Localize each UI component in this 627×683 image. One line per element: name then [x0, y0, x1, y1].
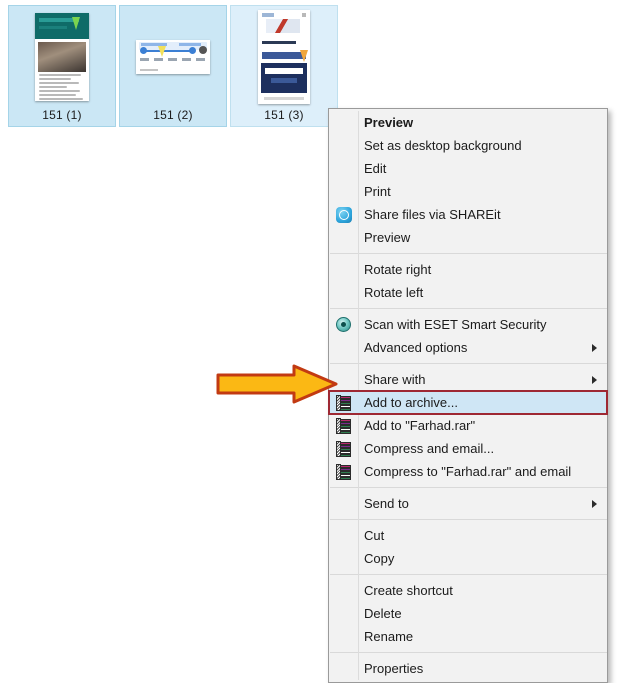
thumbnail-preview-image — [231, 6, 337, 108]
thumbnail-preview-image — [9, 6, 115, 108]
winrar-icon — [329, 414, 358, 437]
menu-separator — [330, 253, 607, 254]
menu-item[interactable]: Rename — [329, 625, 607, 648]
menu-item-label: Preview — [364, 230, 411, 245]
menu-item[interactable]: Rotate right — [329, 258, 607, 281]
thumbnail-art-login-screenshot — [258, 10, 310, 104]
menu-item[interactable]: Compress to "Farhad.rar" and email — [329, 460, 607, 483]
menu-item[interactable]: Preview — [329, 111, 607, 134]
menu-separator — [330, 308, 607, 309]
menu-item-icon-empty — [329, 134, 358, 157]
menu-separator — [330, 363, 607, 364]
menu-item[interactable]: Copy — [329, 547, 607, 570]
menu-item-label: Create shortcut — [364, 583, 453, 598]
submenu-chevron-right-icon — [592, 375, 597, 384]
submenu-chevron-right-icon — [592, 499, 597, 508]
shareit-icon — [329, 203, 358, 226]
file-thumbnail-item[interactable]: 151 (2) — [119, 5, 227, 127]
thumbnail-art-chat-screenshot — [35, 13, 89, 101]
menu-item-label: Scan with ESET Smart Security — [364, 317, 547, 332]
file-thumbnail-label: 151 (3) — [264, 108, 304, 122]
file-thumbnail-item[interactable]: 151 (1) — [8, 5, 116, 127]
menu-item-label: Send to — [364, 496, 409, 511]
menu-item-icon-empty — [329, 602, 358, 625]
menu-item-label: Preview — [364, 115, 414, 130]
thumbnail-art-toolbar-screenshot — [136, 40, 210, 74]
menu-item[interactable]: Add to archive... — [328, 390, 608, 415]
annotation-arrow-icon — [216, 364, 338, 404]
menu-item-icon-empty — [329, 281, 358, 304]
menu-item-label: Cut — [364, 528, 385, 543]
menu-item-label: Add to "Farhad.rar" — [364, 418, 476, 433]
menu-separator — [330, 652, 607, 653]
menu-item[interactable]: Create shortcut — [329, 579, 607, 602]
menu-item[interactable]: Rotate left — [329, 281, 607, 304]
menu-item[interactable]: Add to "Farhad.rar" — [329, 414, 607, 437]
menu-item[interactable]: Set as desktop background — [329, 134, 607, 157]
menu-item-icon-empty — [329, 111, 358, 134]
file-thumbnail-label: 151 (2) — [153, 108, 193, 122]
menu-item-label: Share with — [364, 372, 426, 387]
menu-item-icon-empty — [329, 180, 358, 203]
menu-item-label: Rotate right — [364, 262, 432, 277]
menu-item-label: Edit — [364, 161, 387, 176]
menu-item-icon-empty — [329, 524, 358, 547]
menu-item-label: Share files via SHAREit — [364, 207, 501, 222]
menu-item-icon-empty — [329, 579, 358, 602]
menu-item-label: Rename — [364, 629, 414, 644]
menu-item-icon-empty — [329, 258, 358, 281]
menu-item-icon-empty — [329, 625, 358, 648]
eset-icon — [329, 313, 358, 336]
file-thumbnail-label: 151 (1) — [42, 108, 82, 122]
menu-item-label: Copy — [364, 551, 395, 566]
menu-item[interactable]: Share files via SHAREit — [329, 203, 607, 226]
menu-item[interactable]: Share with — [329, 368, 607, 391]
menu-item-label: Compress to "Farhad.rar" and email — [364, 464, 572, 479]
menu-item-icon-empty — [329, 336, 358, 359]
menu-item-label: Print — [364, 184, 391, 199]
menu-item-icon-empty — [329, 492, 358, 515]
file-thumbnail-strip: 151 (1) 151 (2) 151 (3) — [8, 5, 338, 127]
menu-item[interactable]: Advanced options — [329, 336, 607, 359]
menu-item-label: Set as desktop background — [364, 138, 522, 153]
menu-item[interactable]: Compress and email... — [329, 437, 607, 460]
menu-item-icon-empty — [329, 226, 358, 249]
menu-item-label: Compress and email... — [364, 441, 495, 456]
file-thumbnail-item[interactable]: 151 (3) — [230, 5, 338, 127]
menu-separator — [330, 574, 607, 575]
annotation-arrow — [216, 364, 338, 404]
winrar-icon — [329, 437, 358, 460]
menu-item-label: Rotate left — [364, 285, 424, 300]
menu-item-label: Delete — [364, 606, 402, 621]
menu-item-icon-empty — [329, 157, 358, 180]
menu-item-icon-empty — [329, 547, 358, 570]
menu-item[interactable]: Delete — [329, 602, 607, 625]
menu-separator — [330, 519, 607, 520]
menu-separator — [330, 487, 607, 488]
menu-item[interactable]: Print — [329, 180, 607, 203]
menu-item[interactable]: Scan with ESET Smart Security — [329, 313, 607, 336]
menu-item-label: Advanced options — [364, 340, 468, 355]
menu-item[interactable]: Send to — [329, 492, 607, 515]
context-menu[interactable]: Preview Set as desktop background Edit Prin… — [328, 108, 608, 683]
thumbnail-preview-image — [120, 6, 226, 108]
menu-item[interactable]: Preview — [329, 226, 607, 249]
menu-item[interactable]: Cut — [329, 524, 607, 547]
submenu-chevron-right-icon — [592, 343, 597, 352]
winrar-icon — [329, 460, 358, 483]
winrar-icon — [329, 391, 358, 414]
menu-item[interactable]: Edit — [329, 157, 607, 180]
menu-item-label: Add to archive... — [364, 395, 458, 410]
